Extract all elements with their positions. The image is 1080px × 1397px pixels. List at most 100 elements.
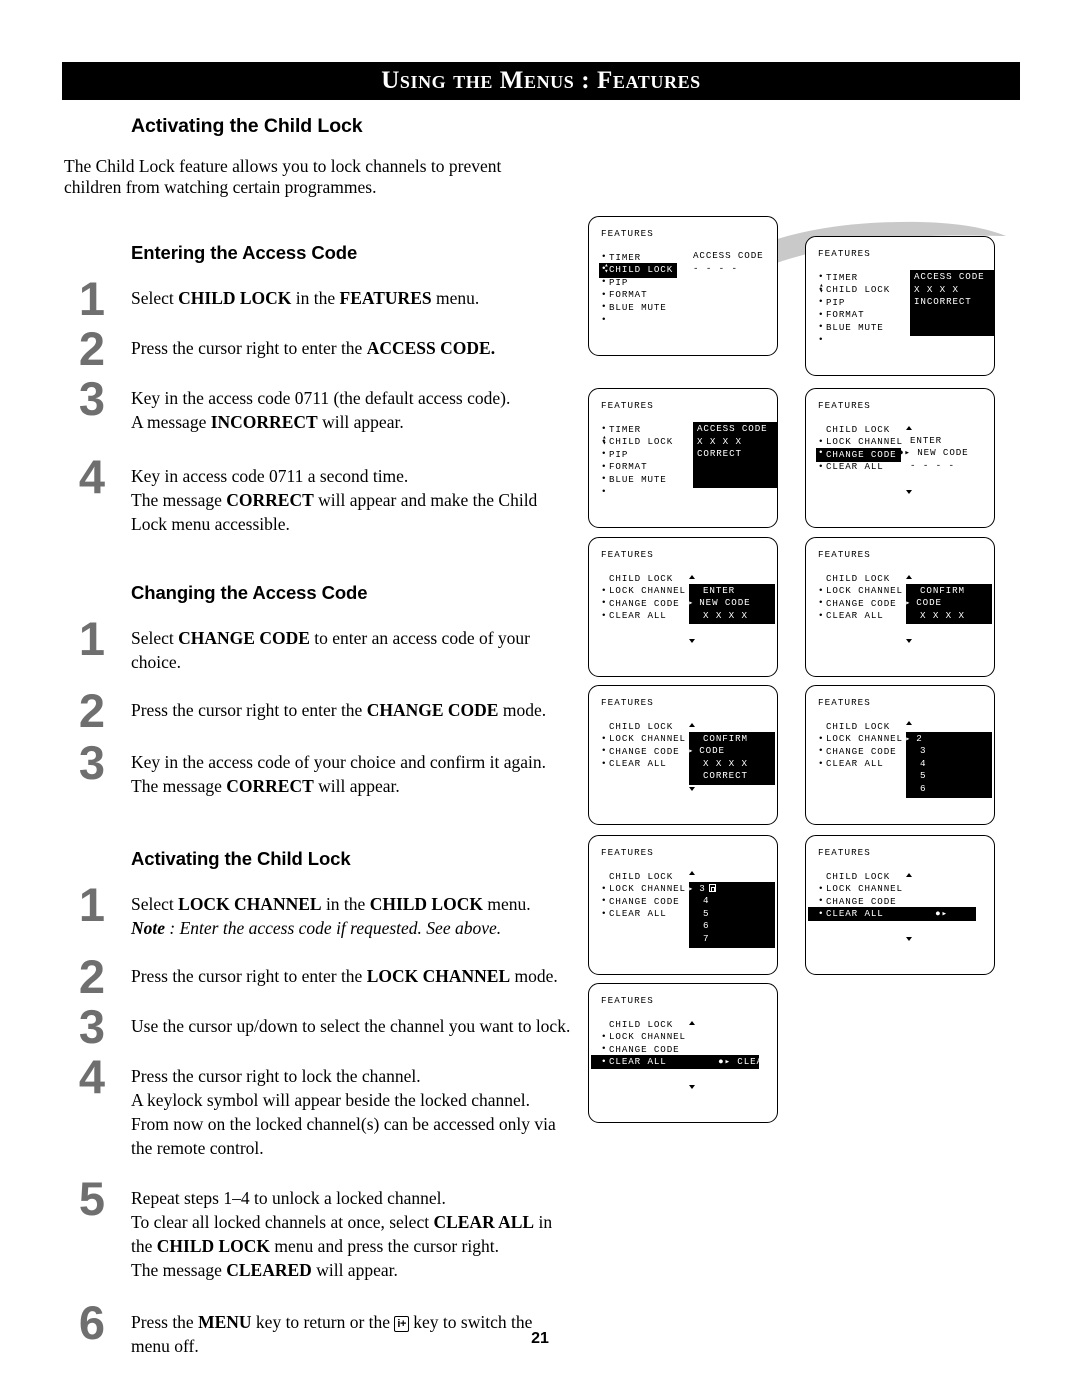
menu-panel-row — [914, 321, 991, 334]
scroll-up-arrow-icon — [906, 426, 912, 430]
page-header-banner: Using the Menus : Features — [62, 62, 1020, 100]
menu-panel-row: X X X X — [703, 757, 748, 769]
menu-row-highlight-bar: CLEAR ALL ●▸ CLEARED — [591, 1054, 777, 1069]
menu-values-column: ACCESS CODE - - - - — [693, 250, 764, 275]
scroll-up-arrow-icon — [689, 1021, 695, 1025]
menu-row-label: BLUE MUTE — [601, 301, 667, 315]
up-down-cursor-icon: ▴ ▾ — [602, 434, 607, 449]
menu-row-label: LOCK CHANNEL — [601, 1031, 686, 1044]
menu-row-label: LOCK CHANNEL — [818, 883, 903, 896]
step-item: 2 Press the cursor right to enter the ACC… — [64, 325, 574, 372]
step-number: 1 — [78, 612, 106, 665]
menu-row-label: CLEAR ALL — [601, 908, 667, 921]
menu-panel-row: 4 — [920, 757, 927, 769]
step-number: 2 — [78, 684, 106, 737]
menu-panel-row: INCORRECT — [914, 296, 972, 308]
menu-row[interactable]: LOCK CHANNEL — [818, 883, 986, 896]
menu-row-label: CLEAR ALL ●▸ CLEARED — [591, 1055, 777, 1069]
menu-row[interactable]: CLEAR ALL ●▸ CLEARED — [591, 1054, 777, 1069]
step-text: Select CHANGE CODE to enter an access co… — [131, 628, 530, 672]
menu-panel-row: ●▸ CODE — [901, 597, 942, 609]
menu-header-features: FEATURES — [818, 248, 871, 259]
step-number: 5 — [78, 1172, 106, 1225]
step-item: 3 Key in the access code of your choice a… — [64, 739, 574, 798]
step-number: 4 — [78, 1050, 106, 1103]
scroll-down-arrow-icon — [906, 789, 912, 793]
menu-row-label: CHILD LOCK — [818, 284, 890, 297]
menu-panel-row: ACCESS CODE — [697, 423, 768, 434]
menu-header-features: FEATURES — [818, 549, 871, 560]
menu-row-label: CHANGE CODE — [818, 745, 897, 759]
tv-menu-screen: FEATURES CHILD LOCKLOCK CHANNELCHANGE COD… — [588, 685, 778, 825]
menu-row[interactable]: FORMAT — [601, 289, 769, 302]
menu-row-label: CHANGE CODE — [601, 597, 680, 611]
step-text: Key in the access code 0711 (the default… — [131, 388, 511, 432]
scroll-up-arrow-icon — [689, 575, 695, 579]
menu-value-panel: ●▸ 23456 — [901, 731, 992, 798]
menu-row-label: LOCK CHANNEL — [601, 585, 686, 598]
menu-row-label: CLEAR ALL — [601, 610, 667, 623]
menu-panel-row — [697, 473, 774, 486]
menu-row[interactable] — [601, 314, 769, 328]
menu-row-label: CLEAR ALL — [818, 758, 884, 771]
step-text: Select LOCK CHANNEL in the CHILD LOCK me… — [131, 894, 531, 938]
scroll-down-arrow-icon — [906, 639, 912, 643]
tv-screen-content: FEATURES TIMERCHILD LOCK▴▾PIPFORMATBLUE M… — [818, 248, 994, 369]
menu-panel-row: 5 — [920, 770, 927, 782]
tv-menu-screen: FEATURES CHILD LOCKLOCK CHANNELCHANGE COD… — [588, 835, 778, 975]
menu-rows: CHILD LOCKLOCK CHANNELCHANGE CODECLEAR A… — [808, 871, 986, 921]
scroll-down-arrow-icon — [906, 490, 912, 494]
step-text: Press the cursor right to enter the ACCE… — [131, 338, 496, 358]
menu-panel-row: 7 — [703, 932, 710, 944]
menu-panel-row: ●▸ CODE — [684, 745, 725, 757]
menu-submenu-title-label: CHILD LOCK — [609, 870, 674, 882]
menu-header-features: FEATURES — [601, 549, 654, 560]
step-number: 2 — [78, 322, 106, 375]
menu-header-features: FEATURES — [601, 697, 654, 708]
menu-row[interactable]: BLUE MUTE — [601, 301, 769, 315]
step-item: 1 Select CHILD LOCK in the FEATURES menu. — [64, 275, 574, 322]
tv-menu-screen: FEATURESTIMERCHILD LOCK▴▾PIPFORMATBLUE M… — [588, 216, 778, 356]
steps-list-entering-access-code: 1 Select CHILD LOCK in the FEATURES menu.… — [64, 275, 574, 546]
menu-row-label: CLEAR ALL ●▸ — [808, 907, 976, 921]
steps-list-changing-access-code: 1 Select CHANGE CODE to enter an access c… — [64, 615, 574, 812]
menu-row-label: PIP — [818, 296, 845, 310]
menu-panel-row: ●▸ NEW CODE — [684, 597, 751, 609]
menu-row[interactable] — [818, 334, 986, 348]
menu-row[interactable]: LOCK CHANNEL — [601, 1031, 769, 1044]
scroll-down-arrow-icon — [689, 639, 695, 643]
menu-panel-row: ●▸ 2 — [901, 732, 923, 744]
menu-value-panel: CONFIRM ●▸ CODE X X X X — [901, 583, 992, 625]
up-down-cursor-icon: ▴ ▾ — [819, 282, 824, 297]
step-text: Press the cursor right to enter the CHAN… — [131, 700, 547, 720]
menu-row-label: CHANGE CODE — [601, 745, 680, 759]
subsection-title-changing-access-code: Changing the Access Code — [131, 582, 368, 603]
scroll-down-arrow-icon — [906, 937, 912, 941]
scroll-up-arrow-icon — [906, 575, 912, 579]
page-title: Using the Menus : Features — [381, 67, 701, 94]
step-item: 2 Press the cursor right to enter the CHA… — [64, 687, 574, 734]
menu-row[interactable]: PIP — [601, 276, 769, 290]
step-number: 3 — [78, 736, 106, 789]
menu-row-label: TIMER — [818, 271, 858, 285]
menu-panel-row: X X X X — [914, 283, 959, 295]
menu-row[interactable] — [601, 486, 769, 500]
menu-submenu-title-label: CHILD LOCK — [609, 720, 674, 732]
tv-menu-screen: FEATURES CHILD LOCKLOCK CHANNELCHANGE COD… — [588, 537, 778, 677]
step-item: 3 Use the cursor up/down to select the ch… — [64, 1003, 574, 1050]
step-number: 1 — [78, 272, 106, 325]
step-text: Repeat steps 1–4 to unlock a locked chan… — [131, 1188, 553, 1280]
tv-screen-content: FEATURES CHILD LOCKLOCK CHANNELCHANGE COD… — [818, 697, 992, 818]
menu-row-label: FORMAT — [601, 461, 647, 474]
page-number: 21 — [531, 1330, 549, 1347]
menu-row-highlight-bar: CLEAR ALL ●▸ — [808, 906, 976, 921]
tv-menu-screen: FEATURES CHILD LOCKLOCK CHANNELCHANGE COD… — [805, 537, 995, 677]
up-down-cursor-icon: ▴ ▾ — [604, 262, 609, 277]
menu-value-row: - - - - — [910, 459, 955, 471]
tv-menu-screen: FEATURES CHILD LOCKLOCK CHANNELCHANGE COD… — [805, 685, 995, 825]
menu-row[interactable]: CLEAR ALL ●▸ — [808, 906, 986, 921]
menu-row-label: CLEAR ALL — [818, 461, 884, 474]
menu-values-column: ENTER ●▸ NEW CODE - - - - — [898, 435, 969, 473]
menu-panel-row: ACCESS CODE — [914, 271, 985, 282]
menu-row-label: BLUE MUTE — [818, 321, 884, 335]
